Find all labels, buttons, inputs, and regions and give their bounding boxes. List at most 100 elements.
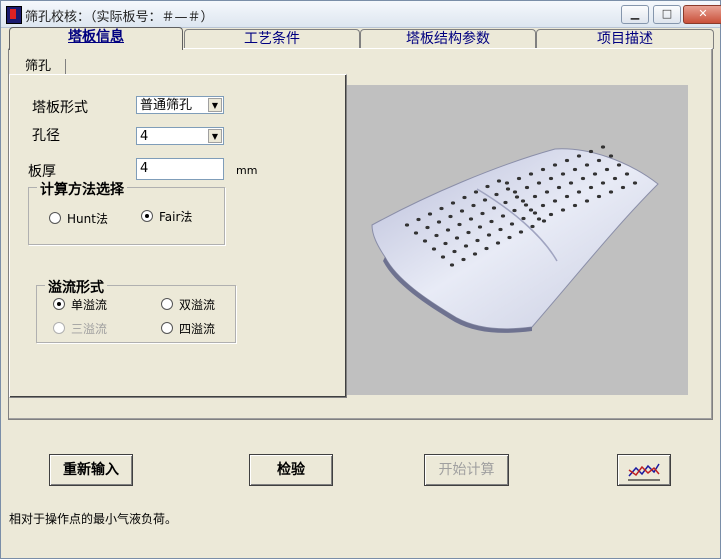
- sieve-hole: [588, 149, 594, 154]
- radio-fair[interactable]: Fair法: [141, 208, 192, 225]
- sieve-hole: [463, 244, 469, 248]
- sieve-hole: [485, 184, 490, 189]
- sieve-hole: [523, 203, 529, 207]
- sieve-tray-illustration: [371, 145, 659, 333]
- sieve-hole: [439, 206, 444, 211]
- tray-type-label: 塔板形式: [32, 100, 88, 116]
- sieve-hole: [620, 185, 626, 190]
- sieve-hole: [600, 181, 606, 185]
- sieve-hole: [536, 181, 542, 185]
- sieve-hole: [624, 172, 630, 176]
- sieve-hole: [592, 172, 598, 176]
- sieve-hole: [473, 190, 479, 194]
- tab-process-conditions[interactable]: 工艺条件: [184, 29, 360, 49]
- sieve-hole: [431, 247, 437, 251]
- sieve-hole: [544, 190, 550, 194]
- sieve-hole: [450, 201, 456, 205]
- sieve-hole: [454, 236, 460, 240]
- hole-diameter-select[interactable]: 4 ▼: [136, 127, 224, 145]
- chevron-down-icon: ▼: [208, 98, 222, 112]
- sieve-hole: [494, 192, 499, 197]
- hole-diameter-label: 孔径: [32, 128, 60, 144]
- sieve-hole: [457, 222, 462, 227]
- sieve-hole: [482, 198, 488, 202]
- tab-tray-info[interactable]: 塔板信息: [9, 27, 183, 50]
- sieve-hole: [466, 230, 471, 235]
- sieve-hole: [477, 225, 483, 229]
- sieve-hole: [564, 158, 570, 163]
- sieve-hole: [514, 195, 520, 199]
- sieve-hole: [520, 199, 526, 203]
- sieve-hole: [584, 199, 590, 203]
- sieve-hole: [518, 230, 524, 234]
- sieve-hole: [596, 158, 602, 163]
- sieve-hole: [524, 185, 530, 190]
- tray-preview-image: [347, 85, 688, 395]
- sieve-hole: [509, 222, 515, 226]
- sieve-hole: [498, 227, 503, 232]
- sieve-hole: [604, 167, 610, 172]
- subtab-sieve-holes[interactable]: 筛孔: [19, 59, 66, 75]
- sieve-hole: [491, 206, 497, 210]
- sieve-hole: [564, 194, 570, 199]
- sieve-hole: [440, 255, 446, 259]
- calc-method-group: 计算方法选择 Hunt法 Fair法: [28, 179, 225, 245]
- sieve-hole: [536, 217, 542, 221]
- maximize-button[interactable]: □: [653, 5, 681, 24]
- sieve-hole: [528, 172, 534, 176]
- tab-project-description[interactable]: 项目描述: [536, 29, 714, 49]
- sieve-hole: [596, 194, 602, 199]
- sieve-hole: [413, 231, 419, 235]
- sieve-hole: [616, 163, 622, 167]
- sieve-hole: [560, 172, 566, 176]
- sieve-hole: [541, 219, 547, 223]
- minimize-button[interactable]: ▁: [621, 5, 649, 24]
- overflow-group: 溢流形式 单溢流 双溢流 三溢流 四溢流: [36, 277, 236, 343]
- sieve-hole: [540, 167, 546, 172]
- maximize-icon: □: [661, 7, 673, 20]
- radio-triple-overflow[interactable]: 三溢流: [53, 320, 107, 337]
- sieve-hole: [516, 176, 522, 181]
- radio-dot-icon: [53, 322, 65, 334]
- sieve-hole: [459, 209, 465, 213]
- sieve-settings-panel: 塔板形式 普通筛孔 ▼ 孔径 4 ▼ 板厚 4 mm 计算方法选择 Hunt法 …: [9, 74, 347, 398]
- sieve-hole: [572, 167, 578, 172]
- sieve-hole: [427, 212, 433, 216]
- sieve-hole: [472, 252, 478, 256]
- tray-type-select[interactable]: 普通筛孔 ▼: [136, 96, 224, 114]
- radio-single-overflow[interactable]: 单溢流: [53, 296, 107, 313]
- close-button[interactable]: ✕: [683, 5, 721, 24]
- radio-dot-icon: [53, 298, 65, 310]
- sieve-hole: [480, 211, 485, 216]
- plate-thickness-unit: mm: [236, 164, 258, 177]
- sieve-hole: [468, 217, 474, 221]
- radio-hunt[interactable]: Hunt法: [49, 210, 108, 227]
- sieve-hole: [500, 214, 506, 218]
- tray-type-value: 普通筛孔: [140, 98, 193, 113]
- sieve-hole: [425, 225, 430, 230]
- sieve-hole: [471, 203, 476, 208]
- sieve-hole: [452, 249, 457, 254]
- sieve-hole: [548, 176, 554, 181]
- reset-button[interactable]: 重新输入: [49, 454, 133, 486]
- title-bar: 筛孔校核：（实际板号：＃—＃） ▁ □ ✕: [1, 1, 721, 28]
- sieve-hole: [540, 203, 546, 208]
- sieve-hole: [608, 154, 614, 158]
- sieve-hole: [521, 216, 526, 221]
- sieve-hole: [588, 185, 594, 190]
- sieve-hole: [504, 181, 510, 185]
- radio-quad-overflow[interactable]: 四溢流: [161, 320, 215, 337]
- sieve-hole: [486, 233, 492, 237]
- sieve-hole: [461, 257, 466, 262]
- sieve-hole: [584, 163, 590, 167]
- chart-button[interactable]: [617, 454, 671, 486]
- window-title: 筛孔校核：（实际板号：＃—＃）: [25, 10, 214, 25]
- plate-thickness-input[interactable]: 4: [136, 158, 224, 180]
- sieve-hole: [484, 246, 489, 251]
- sieve-hole: [503, 200, 508, 205]
- start-calculation-button[interactable]: 开始计算: [424, 454, 509, 486]
- tab-tray-structure[interactable]: 塔板结构参数: [360, 29, 536, 49]
- check-button[interactable]: 检验: [249, 454, 333, 486]
- radio-double-overflow[interactable]: 双溢流: [161, 296, 215, 313]
- sieve-hole: [449, 263, 455, 267]
